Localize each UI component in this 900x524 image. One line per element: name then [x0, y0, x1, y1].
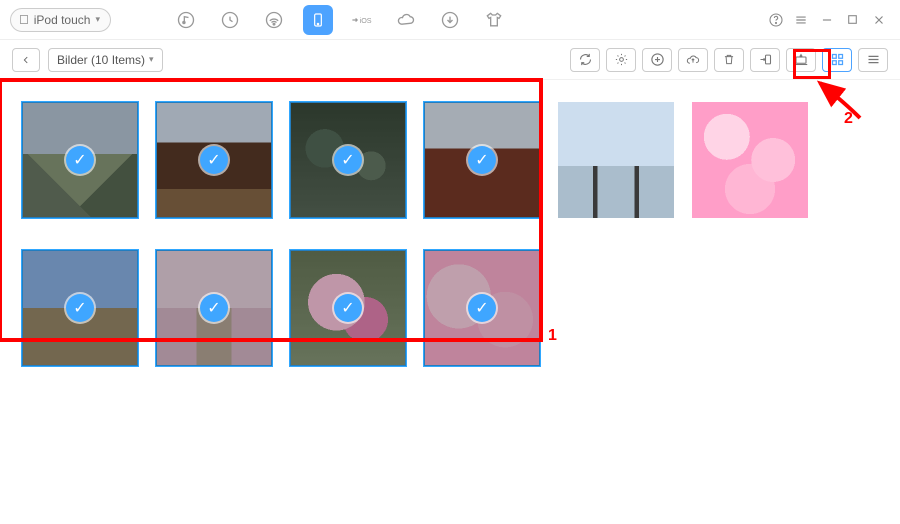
maximize-icon[interactable]: [846, 13, 864, 26]
photo-thumb-lantern[interactable]: ✓: [290, 102, 406, 218]
photo-thumb-temple1[interactable]: ✓: [156, 102, 272, 218]
delete-button[interactable]: [714, 48, 744, 72]
window-controls: [768, 12, 890, 28]
sub-toolbar: Bilder (10 Items) ▾: [0, 40, 900, 80]
list-view-button[interactable]: [858, 48, 888, 72]
check-icon: ✓: [334, 146, 362, 174]
check-icon: ✓: [334, 294, 362, 322]
apple-icon: : [19, 12, 29, 27]
photo-grid: ✓ ✓ ✓ ✓ ✓ ✓ ✓ ✓: [22, 102, 822, 366]
device-tab-icon[interactable]: [303, 5, 333, 35]
upload-cloud-button[interactable]: [678, 48, 708, 72]
back-button[interactable]: [12, 48, 40, 72]
check-icon: ✓: [468, 294, 496, 322]
add-button[interactable]: [642, 48, 672, 72]
check-icon: ✓: [468, 146, 496, 174]
refresh-button[interactable]: [570, 48, 600, 72]
breadcrumb-dropdown[interactable]: Bilder (10 Items) ▾: [48, 48, 163, 72]
content-area: ✓ ✓ ✓ ✓ ✓ ✓ ✓ ✓ 1: [0, 80, 900, 388]
svg-text:iOS: iOS: [360, 16, 372, 25]
settings-button[interactable]: [606, 48, 636, 72]
check-icon: ✓: [66, 294, 94, 322]
photo-thumb-temple2[interactable]: ✓: [424, 102, 540, 218]
device-label: iPod touch: [34, 13, 91, 27]
wifi-icon[interactable]: [259, 5, 289, 35]
chevron-down-icon: ▾: [149, 54, 154, 65]
top-toolbar:  iPod touch ▾ iOS: [0, 0, 900, 40]
to-ios-icon[interactable]: iOS: [347, 5, 377, 35]
annotation-label-2: 2: [844, 110, 853, 128]
music-icon[interactable]: [171, 5, 201, 35]
tshirt-icon[interactable]: [479, 5, 509, 35]
check-icon: ✓: [200, 294, 228, 322]
to-computer-button[interactable]: [786, 48, 816, 72]
photo-thumb-path[interactable]: ✓: [156, 250, 272, 366]
menu-icon[interactable]: [794, 13, 812, 27]
breadcrumb-label: Bilder (10 Items): [57, 53, 145, 67]
check-icon: ✓: [200, 146, 228, 174]
backup-icon[interactable]: [215, 5, 245, 35]
photo-thumb-macro[interactable]: ✓: [290, 250, 406, 366]
photo-thumb-castle[interactable]: ✓: [22, 102, 138, 218]
close-icon[interactable]: [872, 13, 890, 27]
action-buttons: [570, 48, 888, 72]
photo-thumb-trees[interactable]: ✓: [22, 250, 138, 366]
grid-view-button[interactable]: [822, 48, 852, 72]
download-icon[interactable]: [435, 5, 465, 35]
photo-thumb-sakura[interactable]: [692, 102, 808, 218]
check-icon: ✓: [66, 146, 94, 174]
photo-thumb-blur[interactable]: ✓: [424, 250, 540, 366]
chevron-down-icon: ▾: [95, 14, 100, 25]
annotation-label-1: 1: [548, 327, 557, 345]
photo-thumb-torii[interactable]: [558, 102, 674, 218]
cloud-icon[interactable]: [391, 5, 421, 35]
help-icon[interactable]: [768, 12, 786, 28]
category-icons: iOS: [171, 5, 509, 35]
device-dropdown[interactable]:  iPod touch ▾: [10, 8, 111, 32]
minimize-icon[interactable]: [820, 13, 838, 27]
to-device-button[interactable]: [750, 48, 780, 72]
